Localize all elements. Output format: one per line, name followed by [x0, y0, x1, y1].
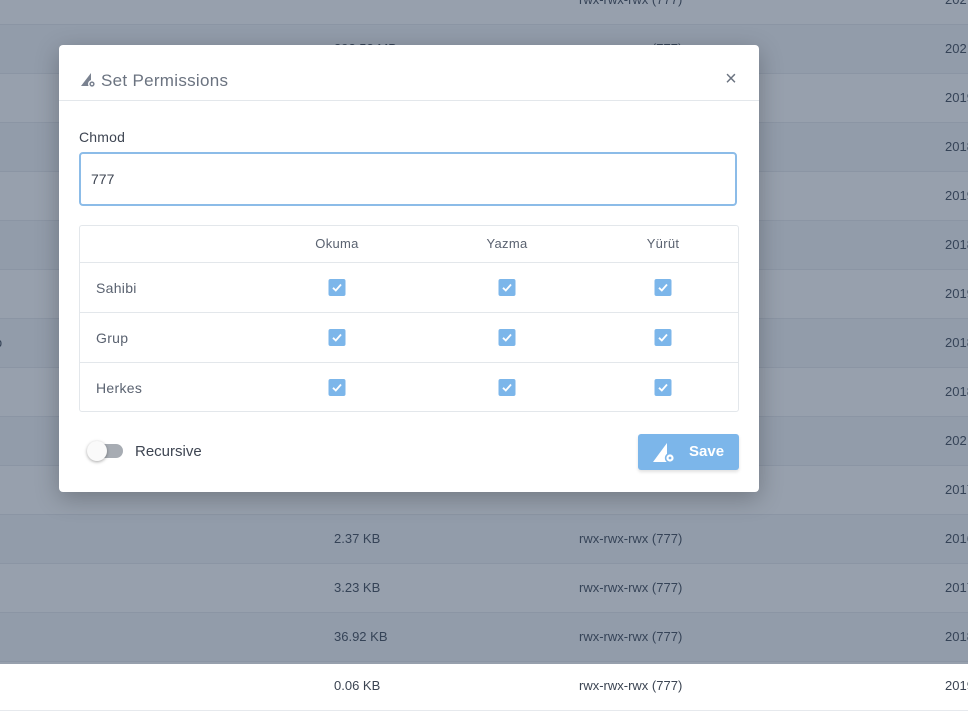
- everyone-execute-checkbox[interactable]: [654, 379, 672, 396]
- dialog-title: Set Permissions: [101, 71, 229, 90]
- file-permissions: rwx-rwx-rwx (777): [579, 678, 683, 693]
- permissions-table: Okuma Yazma Yürüt Sahibi Grup Herkes: [79, 225, 739, 412]
- owner-execute-checkbox[interactable]: [654, 279, 672, 296]
- save-button[interactable]: Save: [638, 434, 739, 470]
- everyone-read-checkbox[interactable]: [328, 379, 346, 396]
- permissions-table-header: Okuma Yazma Yürüt: [80, 226, 738, 263]
- toggle-knob: [87, 441, 107, 461]
- column-header-read: Okuma: [315, 236, 359, 251]
- save-label: Save: [689, 443, 725, 460]
- chmod-input[interactable]: [79, 152, 737, 206]
- permissions-icon: [653, 443, 676, 464]
- permissions-icon: [81, 73, 96, 88]
- recursive-toggle[interactable]: [87, 441, 123, 461]
- chmod-label: Chmod: [79, 129, 126, 145]
- row-label-everyone: Herkes: [96, 380, 143, 396]
- owner-write-checkbox[interactable]: [498, 279, 516, 296]
- group-execute-checkbox[interactable]: [654, 329, 672, 346]
- dialog-header: Set Permissions ×: [59, 45, 759, 101]
- file-size: 0.06 KB: [334, 678, 381, 693]
- set-permissions-dialog: Set Permissions × Chmod Okuma Yazma Yürü…: [59, 45, 759, 492]
- recursive-label: Recursive: [135, 443, 202, 460]
- close-icon[interactable]: ×: [721, 69, 741, 89]
- permission-row-everyone: Herkes: [80, 363, 738, 412]
- file-date: 2019: [945, 678, 968, 693]
- permission-row-owner: Sahibi: [80, 263, 738, 313]
- column-header-write: Yazma: [486, 236, 528, 251]
- table-row[interactable]: 0.06 KB rwx-rwx-rwx (777) 2019: [0, 662, 968, 711]
- column-header-execute: Yürüt: [646, 236, 680, 251]
- everyone-write-checkbox[interactable]: [498, 379, 516, 396]
- group-write-checkbox[interactable]: [498, 329, 516, 346]
- owner-read-checkbox[interactable]: [328, 279, 346, 296]
- permission-row-group: Grup: [80, 313, 738, 363]
- row-label-owner: Sahibi: [96, 280, 137, 296]
- row-label-group: Grup: [96, 330, 129, 346]
- group-read-checkbox[interactable]: [328, 329, 346, 346]
